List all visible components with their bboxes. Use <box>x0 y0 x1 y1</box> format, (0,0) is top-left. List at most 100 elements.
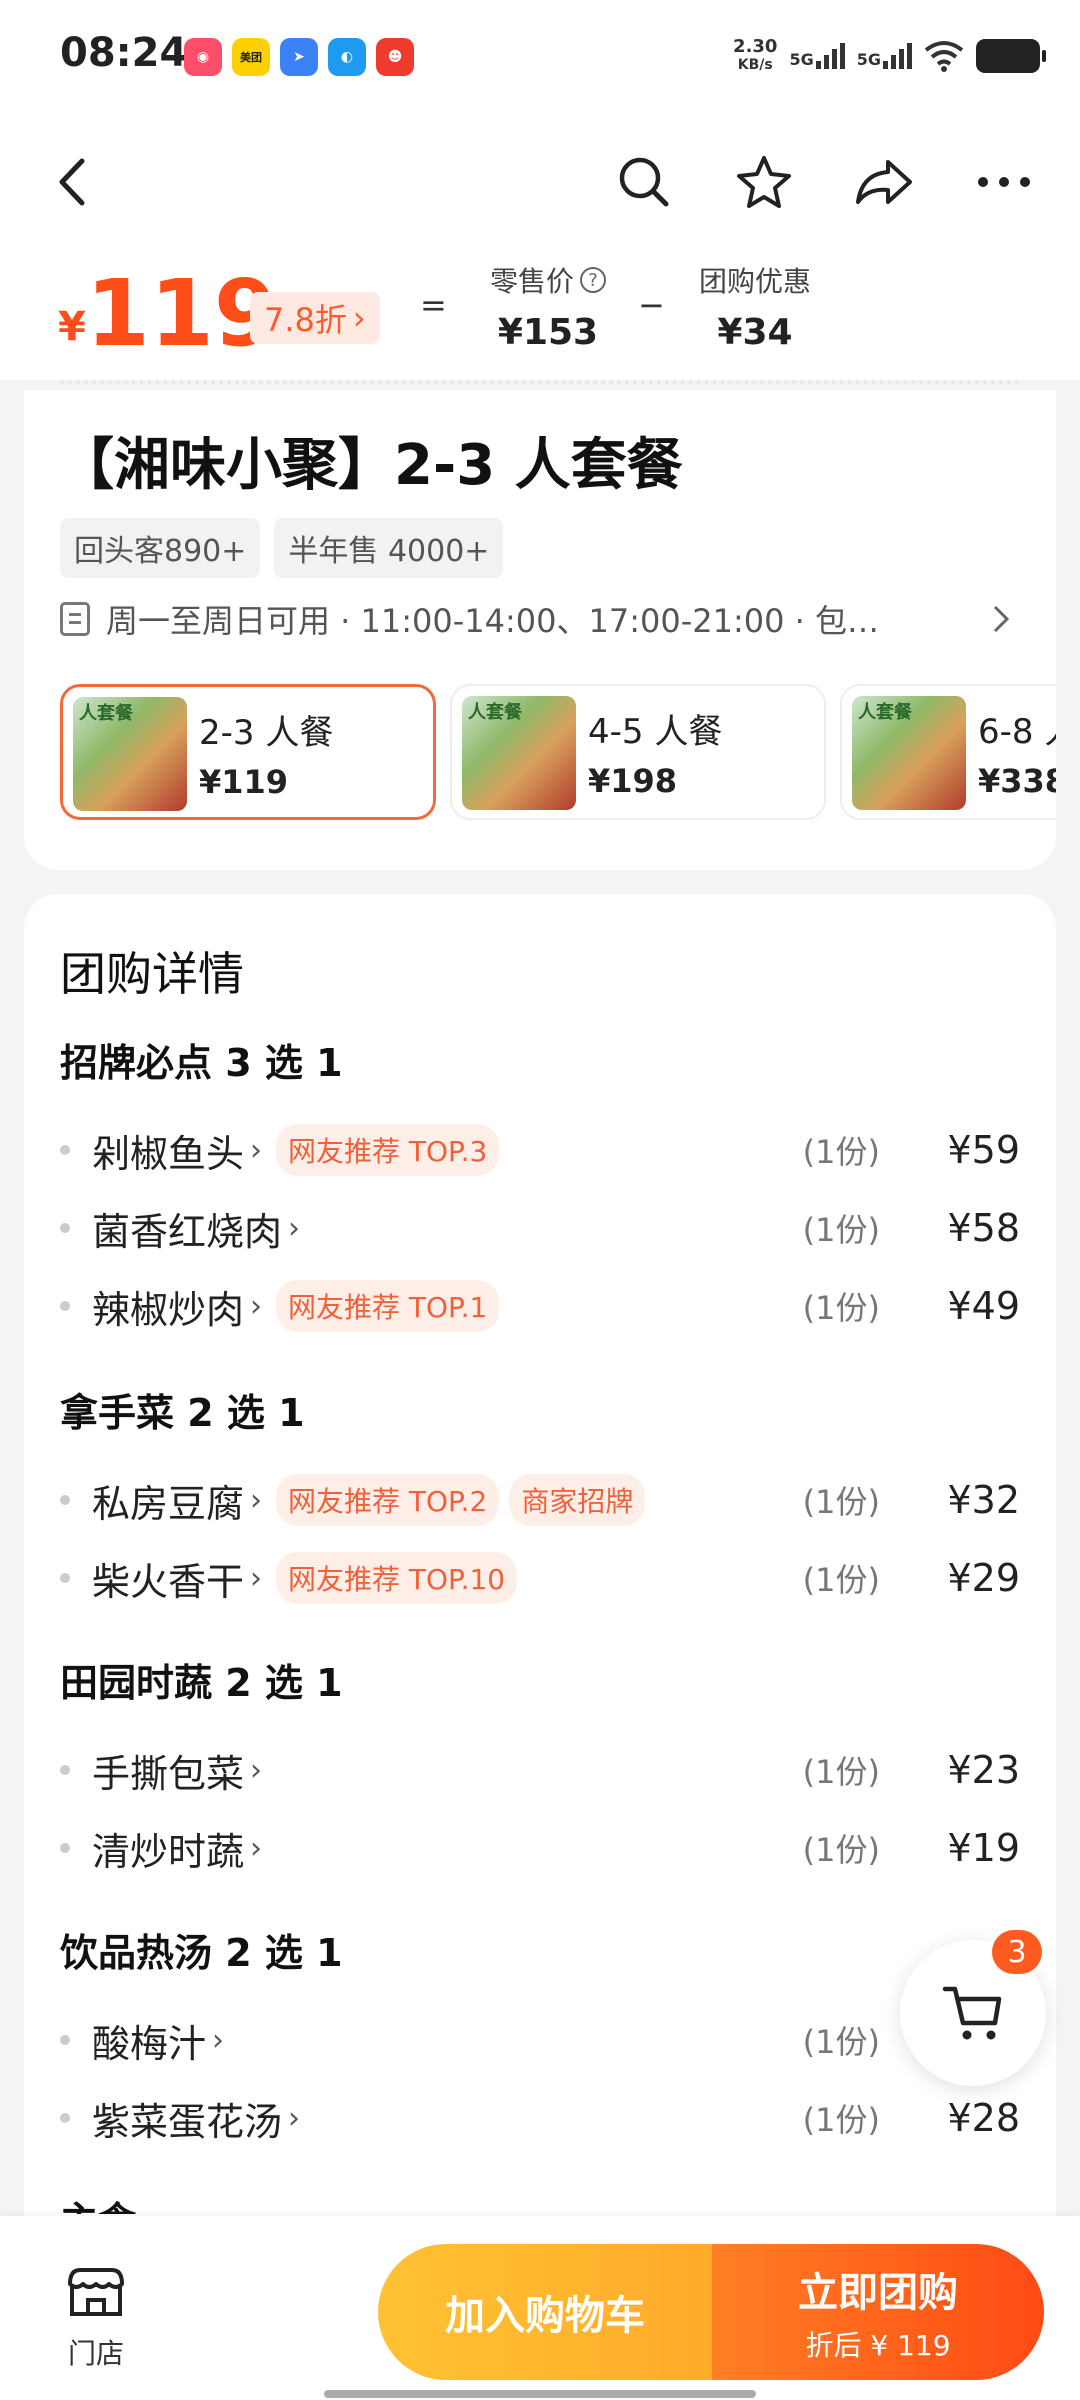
chevron-right-icon: › <box>250 1132 263 1168</box>
discount-tag[interactable]: 7.8折 › <box>250 292 380 344</box>
package-price: ¥119 <box>199 763 289 801</box>
list-item[interactable]: 菌香红烧肉 › (1份) ¥58 <box>60 1198 1020 1258</box>
help-icon[interactable]: ? <box>580 267 606 293</box>
search-button[interactable] <box>612 150 676 214</box>
group-title-partial: 主食 <box>60 2190 136 2214</box>
notification-icons: ◉ 美团 ➤ ◐ ☻ <box>184 38 414 76</box>
bullet <box>60 1843 70 1853</box>
divider <box>60 380 1020 384</box>
usage-rules-text: 周一至周日可用 · 11:00-14:00、17:00-21:00 · 包… <box>106 602 880 640</box>
dish-quantity: (1份) <box>802 1753 880 1791</box>
buy-now-label: 立即团购 <box>798 2270 958 2316</box>
repeat-customer-badge: 回头客890+ <box>60 518 261 578</box>
dish-quantity: (1份) <box>802 2023 880 2061</box>
group-title: 拿手菜 2 选 1 <box>60 1391 305 1435</box>
dish-quantity: (1份) <box>802 1211 880 1249</box>
dish-price: ¥28 <box>947 2096 1020 2140</box>
more-button[interactable] <box>972 150 1036 214</box>
signal-label: 5G <box>789 50 814 69</box>
app-blue-icon: ➤ <box>280 38 318 76</box>
favorite-button[interactable] <box>732 150 796 214</box>
dish-price: ¥29 <box>947 1556 1020 1600</box>
package-price: ¥338 <box>978 762 1056 800</box>
package-option-4-5[interactable]: 人套餐 4-5 人餐 ¥198 <box>450 684 826 820</box>
package-name: 6-8 人餐 <box>978 712 1056 752</box>
dish-quantity: (1份) <box>802 1133 880 1171</box>
dish-name: 柴火香干 <box>92 1559 245 1604</box>
bullet <box>60 2035 70 2045</box>
more-icon <box>978 177 1030 187</box>
list-item[interactable]: 紫菜蛋花汤 › (1份) ¥28 <box>60 2088 1020 2148</box>
chevron-right-icon: › <box>250 1482 263 1518</box>
dish-name: 清炒时蔬 <box>92 1829 245 1874</box>
chevron-right-icon: › <box>250 1752 263 1788</box>
net-speed-unit: KB/s <box>737 57 773 73</box>
signal-bars-icon <box>815 43 845 69</box>
bottom-action-bar: 门店 加入购物车 立即团购 折后 ¥ 119 <box>0 2216 1080 2400</box>
cart-icon <box>942 1986 1002 2040</box>
equals-sign: = <box>420 286 447 324</box>
package-option-6-8[interactable]: 人套餐 6-8 人餐 ¥338 <box>840 684 1056 820</box>
store-button[interactable]: 门店 <box>56 2264 136 2372</box>
share-button[interactable] <box>852 150 916 214</box>
list-item[interactable]: 辣椒炒肉 › 网友推荐 TOP.1 (1份) ¥49 <box>60 1276 1020 1336</box>
recommend-tag: 网友推荐 TOP.2 <box>276 1474 500 1526</box>
deal-info-card: 【湘味小聚】2-3 人套餐 回头客890+ 半年售 4000+ 周一至周日可用 … <box>24 390 1056 870</box>
store-icon <box>68 2268 124 2316</box>
net-speed-value: 2.30 <box>733 36 778 57</box>
dish-price: ¥19 <box>947 1826 1020 1870</box>
list-item[interactable]: 私房豆腐 › 网友推荐 TOP.2 商家招牌 (1份) ¥32 <box>60 1470 1020 1530</box>
buy-now-button[interactable]: 立即团购 折后 ¥ 119 <box>712 2244 1044 2380</box>
list-item[interactable]: 手撕包菜 › (1份) ¥23 <box>60 1740 1020 1800</box>
list-item[interactable]: 清炒时蔬 › (1份) ¥19 <box>60 1818 1020 1878</box>
package-option-2-3[interactable]: 人套餐 2-3 人餐 ¥119 <box>60 684 436 820</box>
recommend-tag: 网友推荐 TOP.3 <box>276 1124 500 1176</box>
top-nav-bar <box>0 120 1080 240</box>
retail-price-value: ¥153 <box>497 312 599 353</box>
dish-price: ¥23 <box>947 1748 1020 1792</box>
dish-name: 辣椒炒肉 <box>92 1287 245 1332</box>
buy-now-price: 折后 ¥ 119 <box>805 2329 951 2362</box>
home-indicator[interactable] <box>324 2390 756 2398</box>
package-options: 人套餐 2-3 人餐 ¥119 人套餐 4-5 人餐 ¥198 人套餐 6-8 … <box>60 684 1056 824</box>
dish-name: 剁椒鱼头 <box>92 1131 245 1176</box>
sales-badge: 半年售 4000+ <box>274 518 504 578</box>
star-icon <box>737 156 791 208</box>
list-item[interactable]: 酸梅汁 › (1份) <box>60 2010 1020 2070</box>
store-label: 门店 <box>67 2337 124 2370</box>
meituan-icon: 美团 <box>232 38 270 76</box>
list-item[interactable]: 柴火香干 › 网友推荐 TOP.10 (1份) ¥29 <box>60 1548 1020 1608</box>
kuaishou-icon: ◉ <box>184 38 222 76</box>
dish-name: 紫菜蛋花汤 <box>92 2099 283 2144</box>
bullet <box>60 1765 70 1775</box>
bullet <box>60 1495 70 1505</box>
list-item[interactable]: 剁椒鱼头 › 网友推荐 TOP.3 (1份) ¥59 <box>60 1120 1020 1180</box>
dish-price: ¥49 <box>947 1284 1020 1328</box>
deal-title: 【湘味小聚】2-3 人套餐 <box>58 433 683 498</box>
dish-price: ¥32 <box>947 1478 1020 1522</box>
status-time: 08:24 <box>60 30 188 76</box>
section-title: 团购详情 <box>60 947 244 1001</box>
dish-name: 私房豆腐 <box>92 1481 245 1526</box>
bullet <box>60 1573 70 1583</box>
package-thumbnail: 人套餐 <box>462 696 576 810</box>
merchant-signature-tag: 商家招牌 <box>509 1474 646 1526</box>
package-price: ¥198 <box>588 762 678 800</box>
chevron-right-icon: › <box>288 1210 301 1246</box>
retail-price: 零售价? ¥153 <box>478 260 618 353</box>
wifi-icon <box>924 41 964 72</box>
redpacket-icon: ☻ <box>376 38 414 76</box>
usage-rules-row[interactable]: 周一至周日可用 · 11:00-14:00、17:00-21:00 · 包… <box>60 596 1050 642</box>
minus-sign: − <box>638 286 665 324</box>
back-button[interactable] <box>40 150 104 214</box>
deal-price: ¥ 119 <box>58 268 278 360</box>
dish-quantity: (1份) <box>802 1483 880 1521</box>
package-name: 2-3 人餐 <box>199 713 334 753</box>
thumbnail-label: 人套餐 <box>79 703 133 724</box>
net-speed: 2.30 KB/s <box>733 38 777 74</box>
add-to-cart-button[interactable]: 加入购物车 <box>378 2244 712 2380</box>
dish-quantity: (1份) <box>802 2101 880 2139</box>
bullet <box>60 1301 70 1311</box>
share-icon <box>856 160 912 204</box>
signal-label: 5G <box>856 50 881 69</box>
